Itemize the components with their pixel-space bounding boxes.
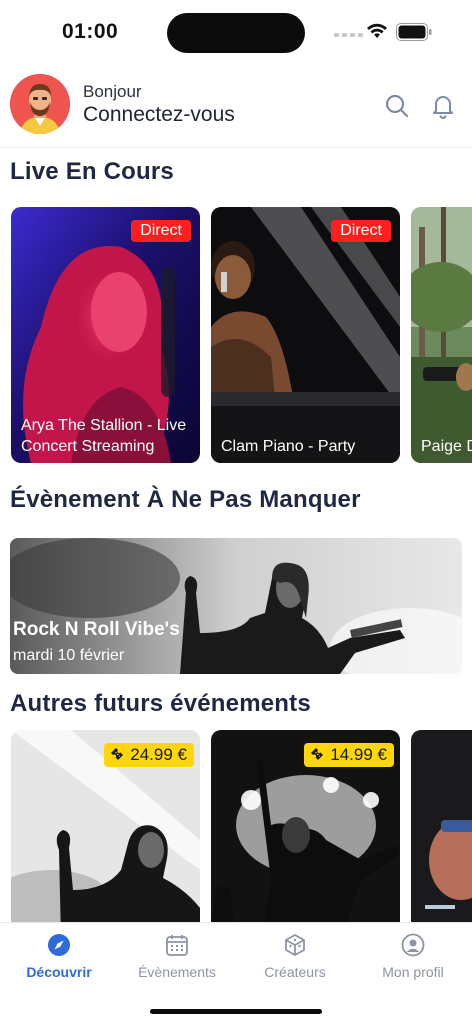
price-badge: 14.99 € (304, 743, 394, 767)
live-badge: Direct (331, 220, 391, 242)
upcoming-event-card[interactable]: 24.99 € (11, 730, 200, 922)
status-bar: 01:00 (0, 0, 472, 66)
upcoming-event-card[interactable]: 14.99 € (211, 730, 400, 922)
price-value: 24.99 € (130, 745, 187, 764)
compass-icon (48, 934, 70, 956)
tab-label: Mon profil (382, 964, 444, 980)
tab-label: Créateurs (264, 964, 326, 980)
featured-event-title: Rock N Roll Vibe's (13, 619, 180, 640)
tab-events[interactable]: Évènements (118, 923, 236, 993)
app-header: Bonjour Connectez-vous (0, 66, 472, 148)
battery-icon (396, 23, 432, 41)
tab-discover[interactable]: Découvrir (0, 923, 118, 993)
price-value: 14.99 € (330, 745, 387, 764)
cellular-signal-icon (334, 33, 363, 37)
wifi-icon (367, 23, 387, 38)
live-card[interactable]: Direct Arya The Stallion - Live Concert … (11, 207, 200, 463)
live-card-title: Arya The Stallion - Live Concert Streami… (21, 417, 187, 455)
tab-profile[interactable]: Mon profil (354, 923, 472, 993)
login-link[interactable]: Connectez-vous (83, 103, 235, 127)
live-badge: Direct (131, 220, 191, 242)
price-badge: 24.99 € (104, 743, 194, 767)
upcoming-event-image (411, 730, 472, 922)
featured-event-date: mardi 10 février (13, 647, 125, 664)
cube-icon (285, 934, 305, 956)
live-card[interactable]: Direct Clam Piano - Party (211, 207, 400, 463)
status-time: 01:00 (62, 20, 119, 43)
dynamic-island (167, 13, 305, 53)
ticket-icon (111, 748, 124, 760)
live-card-title: Clam Piano - Party (221, 438, 356, 455)
profile-icon (401, 933, 425, 957)
calendar-icon (166, 935, 188, 956)
tab-label: Évènements (138, 964, 216, 980)
greeting-text: Bonjour (83, 82, 142, 101)
live-carousel[interactable]: Direct Arya The Stallion - Live Concert … (0, 207, 472, 463)
ticket-icon (311, 748, 324, 760)
live-card-image (411, 207, 472, 463)
upcoming-section-title: Autres futurs événements (10, 690, 311, 717)
search-icon[interactable] (384, 93, 410, 119)
tab-label: Découvrir (26, 964, 92, 980)
avatar[interactable] (10, 74, 70, 134)
featured-section-title: Évènement À Ne Pas Manquer (10, 486, 361, 513)
live-section-title: Live En Cours (10, 158, 174, 185)
live-card-title: Paige D Melbou (421, 438, 472, 455)
upcoming-carousel[interactable]: 24.99 € 14.99 € (0, 730, 472, 922)
tab-creators[interactable]: Créateurs (236, 923, 354, 993)
live-card-image (211, 207, 400, 463)
bell-icon[interactable] (430, 93, 456, 119)
featured-event-banner[interactable]: Rock N Roll Vibe's mardi 10 février (10, 538, 462, 674)
upcoming-event-card[interactable] (411, 730, 472, 922)
home-indicator (150, 1009, 322, 1014)
live-card[interactable]: Paige D Melbou (411, 207, 472, 463)
